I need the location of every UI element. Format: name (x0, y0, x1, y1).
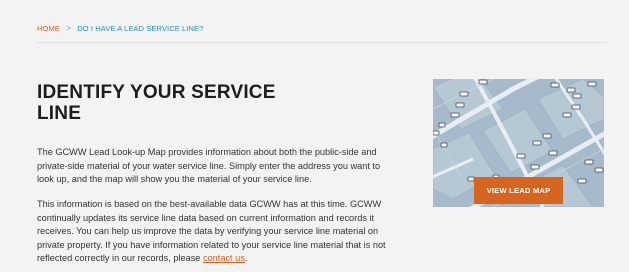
breadcrumb-home-link[interactable]: HOME (37, 24, 60, 33)
divider (37, 42, 607, 43)
info-end: . (244, 253, 248, 264)
view-lead-map-button[interactable]: VIEW LEAD MAP (474, 177, 563, 204)
breadcrumb-separator-icon: > (65, 23, 72, 33)
page-title: IDENTIFY YOUR SERVICE LINE (37, 82, 276, 124)
contact-us-link[interactable]: contact us (203, 253, 245, 263)
breadcrumb-current-page: DO I HAVE A LEAD SERVICE LINE? (77, 24, 204, 33)
breadcrumb: HOME > DO I HAVE A LEAD SERVICE LINE? (37, 23, 204, 34)
intro-paragraph: The GCWW Lead Look-up Map provides infor… (37, 147, 381, 185)
info-paragraph: This information is based on the best-av… (37, 198, 397, 266)
